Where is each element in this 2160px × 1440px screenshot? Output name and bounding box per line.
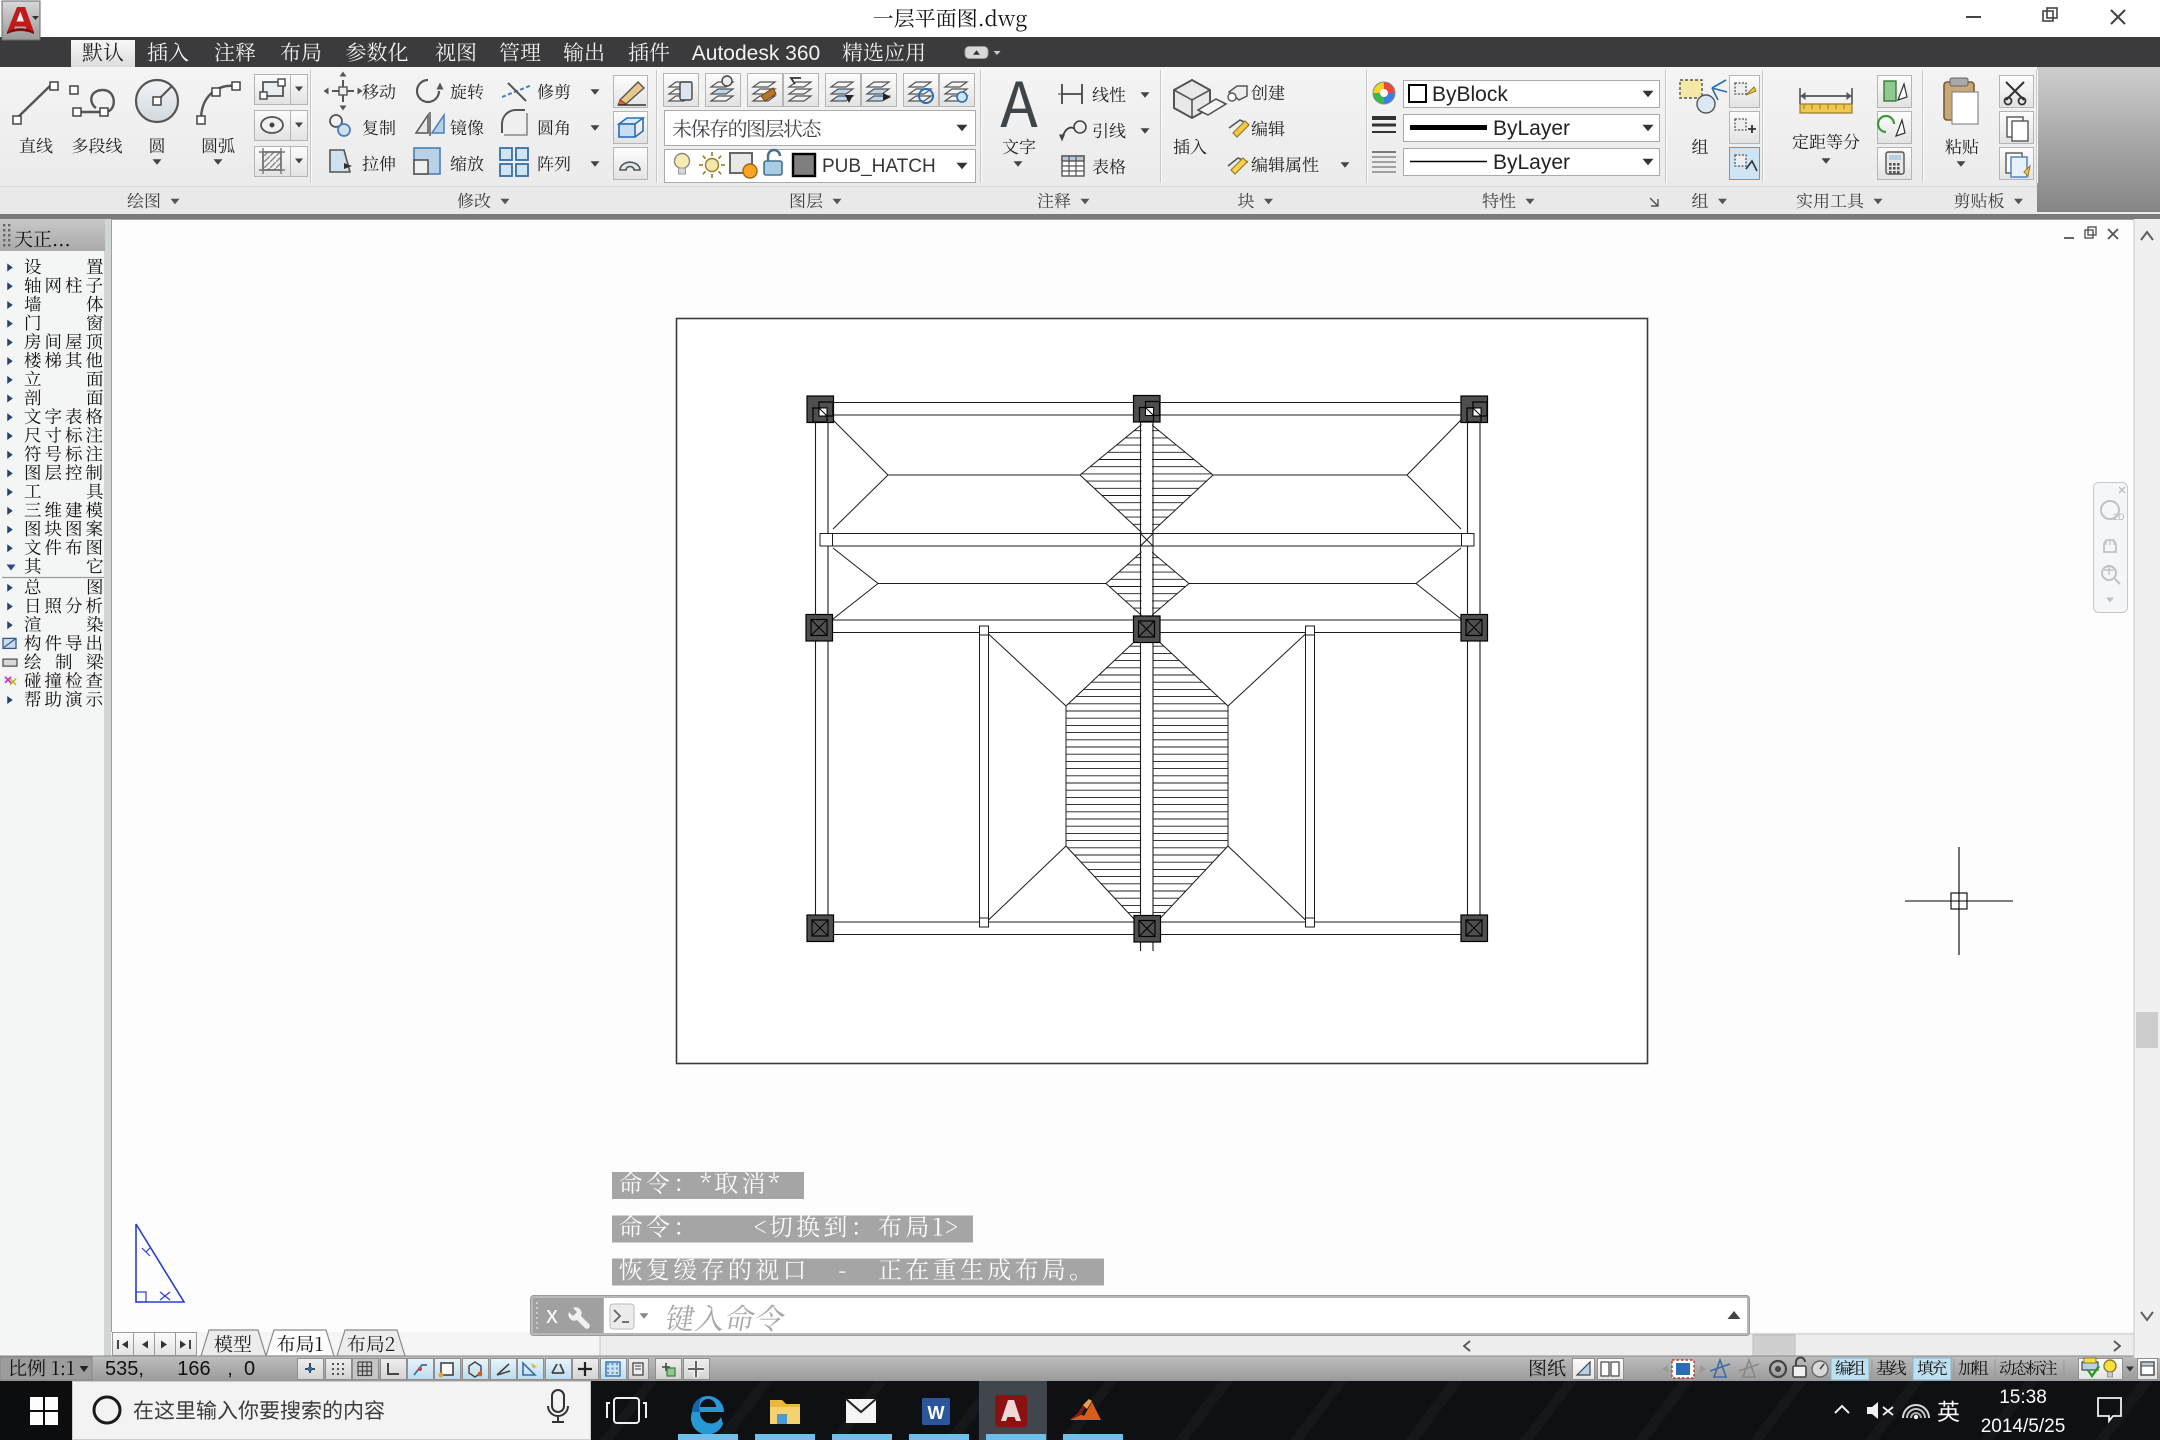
svg-text:2D: 2D [2113,512,2125,522]
svg-text:ByBlock: ByBlock [1432,83,1508,106]
svg-text:15:38: 15:38 [1999,1387,2047,1408]
svg-text:ByLayer: ByLayer [1493,117,1570,140]
svg-text:Autodesk 360: Autodesk 360 [692,42,820,65]
svg-text:535, 166 , 0: 535, 166 , 0 [105,1358,255,1380]
svg-text:PUB_HATCH: PUB_HATCH [822,156,936,177]
svg-text:ByLayer: ByLayer [1493,151,1570,174]
svg-text:2014/5/25: 2014/5/25 [1981,1416,2066,1437]
svg-text:W: W [928,1403,945,1423]
